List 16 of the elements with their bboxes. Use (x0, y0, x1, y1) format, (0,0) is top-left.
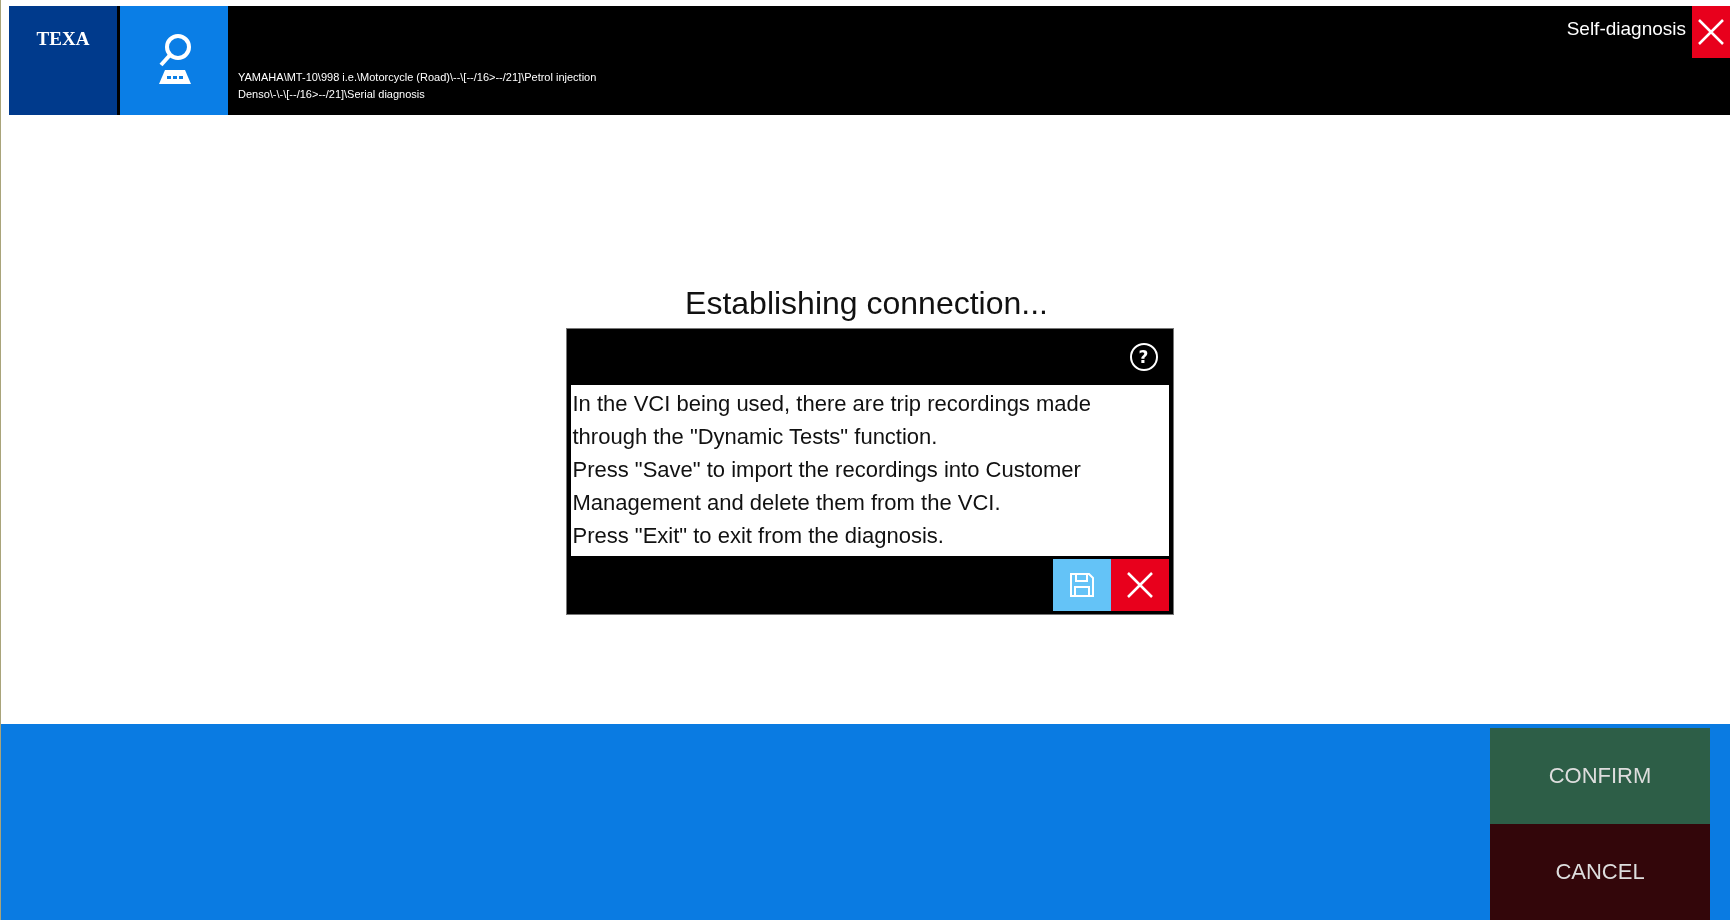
close-button[interactable] (1692, 6, 1730, 58)
message-text: In the VCI being used, there are trip recordings made through the "Dynamic Tests" function. (572, 390, 1092, 451)
close-icon (1124, 570, 1155, 600)
screen-title: Self-diagnosis (1566, 17, 1687, 40)
message-text: Press "Save" to import the recordings into Customer Management and delete them from the VCI. (572, 456, 1082, 517)
vehicle-path: Denso\-\-\[--/16>--/21]\Serial diagnosis (238, 87, 426, 102)
close-icon (1696, 17, 1726, 47)
confirm-button[interactable]: CONFIRM (1490, 728, 1710, 824)
exit-button[interactable] (1110, 559, 1169, 611)
message-text: Press "Exit" to exit from the diagnosis. (572, 522, 945, 550)
cancel-button[interactable]: CANCEL (1490, 824, 1710, 920)
search-tile[interactable] (120, 6, 228, 115)
status-text: Establishing connection... (685, 285, 1048, 322)
logo-text: TEXA (36, 28, 90, 51)
help-button[interactable]: ? (1129, 343, 1158, 371)
vehicle-path: YAMAHA\MT-10\998 i.e.\Motorcycle (Road)\--\[--/16>--/21]\Petrol injection (238, 70, 598, 85)
